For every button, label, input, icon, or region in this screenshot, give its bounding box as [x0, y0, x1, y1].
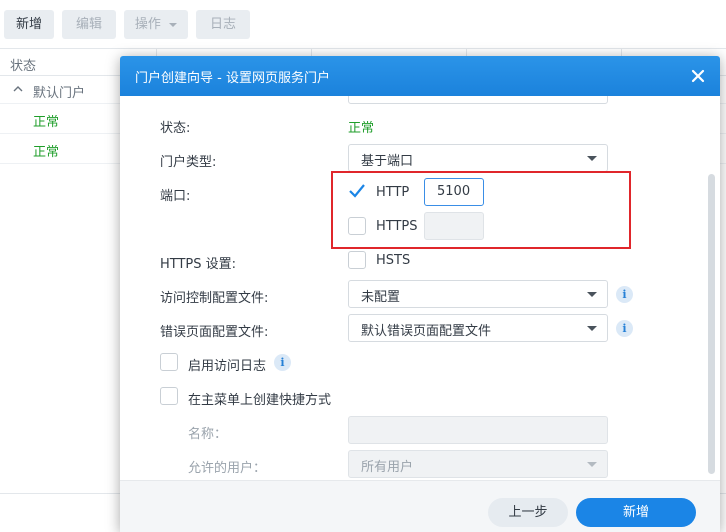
- portal-type-select[interactable]: 基于端口: [348, 144, 608, 172]
- portal-wizard-dialog: 门户创建向导 - 设置网页服务门户 状态: 正常 门户类型: 基于端口 端口: …: [120, 56, 720, 532]
- chevron-down-icon: [587, 292, 597, 297]
- log-button[interactable]: 日志: [196, 10, 250, 39]
- allowed-users-select[interactable]: 所有用户: [348, 450, 608, 478]
- status-cell: 正常: [33, 145, 60, 160]
- dialog-body[interactable]: 状态: 正常 门户类型: 基于端口 端口: HTTP 5100 HTTPS HT…: [120, 96, 720, 480]
- info-icon[interactable]: i: [616, 286, 633, 303]
- info-icon[interactable]: i: [274, 354, 291, 371]
- close-icon[interactable]: [690, 68, 706, 84]
- status-cell: 正常: [33, 115, 60, 130]
- name-label: 名称：: [188, 427, 228, 442]
- chevron-down-icon: [169, 22, 178, 27]
- portal-type-value: 基于端口: [361, 154, 414, 169]
- edit-button[interactable]: 编辑: [62, 10, 116, 39]
- dialog-title: 门户创建向导 - 设置网页服务门户: [135, 71, 330, 86]
- create-button[interactable]: 新增: [4, 10, 54, 39]
- enable-log-label: 启用访问日志: [188, 359, 267, 374]
- shortcut-checkbox[interactable]: [160, 387, 178, 405]
- shortcut-label: 在主菜单上创建快捷方式: [188, 393, 332, 408]
- access-profile-value: 未配置: [361, 290, 401, 305]
- portal-type-label: 门户类型:: [160, 155, 217, 170]
- error-page-select[interactable]: 默认错误页面配置文件: [348, 314, 608, 342]
- chevron-down-icon: [587, 156, 597, 161]
- group-label: 默认门户: [33, 86, 86, 101]
- create-submit-button[interactable]: 新增: [576, 498, 696, 527]
- access-profile-select[interactable]: 未配置: [348, 280, 608, 308]
- info-icon[interactable]: i: [616, 320, 633, 337]
- highlight-box: [331, 171, 631, 249]
- name-input[interactable]: [348, 416, 608, 444]
- chevron-down-icon: [587, 326, 597, 331]
- action-menu-label: 操作: [134, 17, 161, 32]
- status-label: 状态:: [160, 121, 191, 136]
- error-page-label: 错误页面配置文件:: [160, 325, 269, 340]
- https-settings-label: HTTPS 设置:: [160, 257, 237, 272]
- dialog-footer: 上一步 新增: [120, 480, 720, 532]
- scrollbar[interactable]: [708, 174, 715, 474]
- error-page-value: 默认错误页面配置文件: [361, 324, 492, 339]
- hsts-label: HSTS: [376, 253, 411, 268]
- enable-log-checkbox[interactable]: [160, 353, 178, 371]
- column-header-status[interactable]: 状态: [10, 55, 36, 74]
- chevron-up-icon[interactable]: [12, 83, 24, 95]
- access-profile-label: 访问控制配置文件:: [160, 291, 269, 306]
- allowed-users-label: 允许的用户：: [188, 461, 267, 476]
- chevron-down-icon: [587, 462, 597, 467]
- scrolled-field[interactable]: [348, 96, 608, 104]
- back-button[interactable]: 上一步: [488, 498, 568, 527]
- port-label: 端口:: [160, 189, 191, 204]
- status-value: 正常: [348, 121, 375, 136]
- action-menu-button[interactable]: 操作: [124, 10, 188, 39]
- dialog-header: 门户创建向导 - 设置网页服务门户: [120, 56, 720, 96]
- hsts-checkbox[interactable]: [348, 251, 366, 269]
- allowed-users-value: 所有用户: [361, 460, 414, 475]
